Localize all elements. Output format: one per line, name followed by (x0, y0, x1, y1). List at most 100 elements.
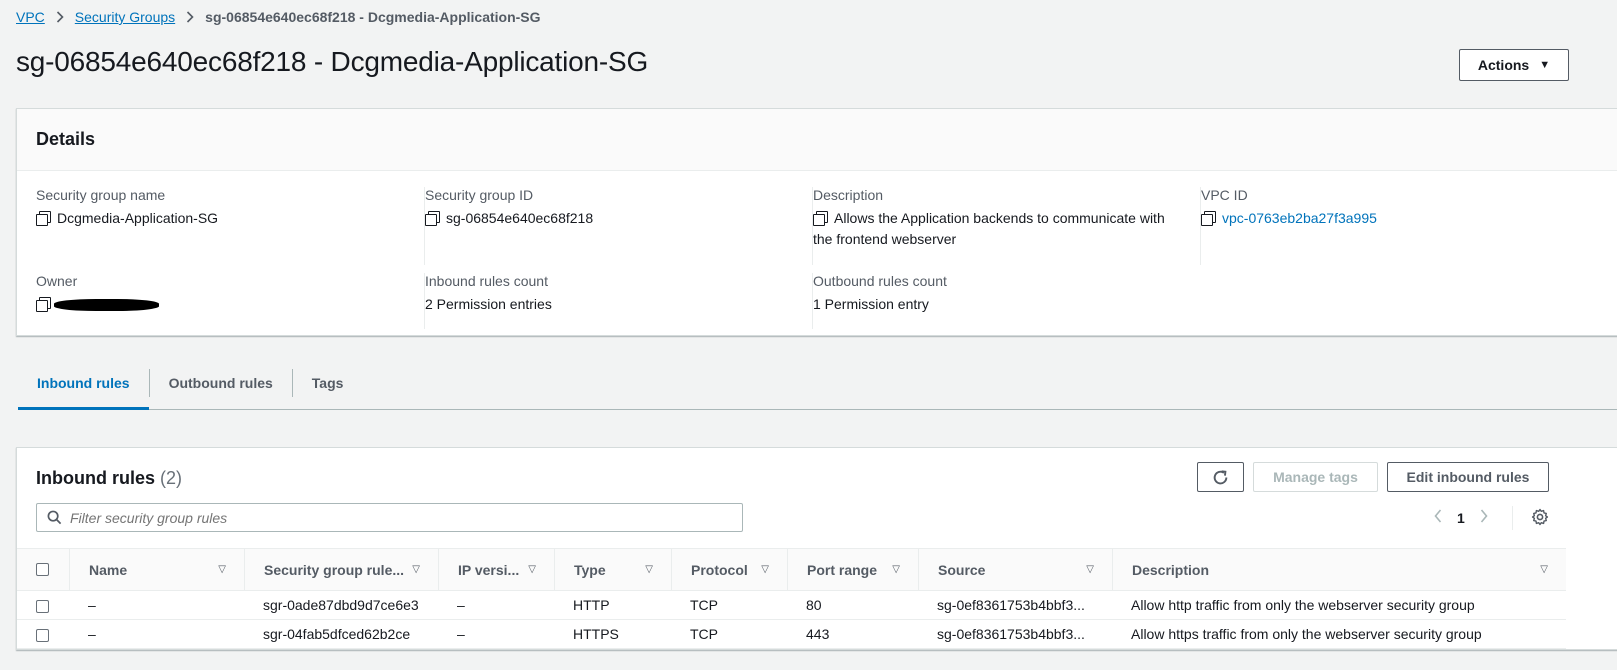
filter-input[interactable] (70, 509, 710, 526)
vpc-id-field: VPC ID vpc-0763eb2ba27f3a995 (1200, 187, 1589, 265)
refresh-icon (1213, 469, 1228, 484)
pager-divider (1512, 506, 1513, 530)
divider (424, 273, 425, 329)
actions-button[interactable]: Actions ▼ (1459, 49, 1569, 81)
rules-table: Name ▽ Security group rule... ▽ IP versi..… (17, 548, 1566, 649)
copy-icon[interactable] (425, 211, 440, 226)
description-field: Description Allows the Application backe… (812, 187, 1183, 265)
cell-type: HTTP (554, 590, 671, 620)
sort-icon: ▽ (645, 564, 653, 575)
outbound-count-value: 1 Permission entry (813, 296, 929, 312)
cell-description: Allow https traffic from only the webser… (1112, 619, 1566, 649)
cell-source: sg-0ef8361753b4bbf3... (918, 590, 1112, 620)
chevron-right-icon (186, 11, 194, 23)
copy-icon[interactable] (813, 211, 828, 226)
sort-icon: ▽ (761, 564, 769, 575)
chevron-left-icon[interactable] (1429, 508, 1447, 528)
rules-count: (2) (160, 468, 183, 488)
outbound-count-field: Outbound rules count 1 Permission entry (812, 273, 1201, 329)
tab-tags[interactable]: Tags (293, 357, 363, 409)
cell-port-range: 443 (787, 619, 918, 649)
breadcrumb-security-groups-link[interactable]: Security Groups (75, 9, 175, 25)
gear-icon[interactable] (1531, 508, 1549, 526)
inbound-count-field: Inbound rules count 2 Permission entries (424, 273, 813, 329)
details-panel: Details Security group name Dcgmedia-App… (16, 108, 1617, 336)
owner-label: Owner (36, 273, 78, 289)
divider (812, 187, 813, 265)
column-header-name[interactable]: Name ▽ (69, 549, 244, 590)
column-header-port-range[interactable]: Port range ▽ (787, 549, 918, 590)
sort-icon: ▽ (412, 564, 420, 575)
row-checkbox[interactable] (36, 599, 49, 613)
cell-rule-id: sgr-0ade87dbd9d7ce6e3 (244, 590, 438, 620)
column-header-source[interactable]: Source ▽ (918, 549, 1112, 590)
page-number[interactable]: 1 (1457, 510, 1465, 526)
chevron-right-icon (56, 11, 64, 23)
sort-icon: ▽ (528, 564, 536, 575)
column-header-protocol[interactable]: Protocol ▽ (671, 549, 787, 590)
divider (424, 187, 425, 265)
inbound-count-value: 2 Permission entries (425, 296, 552, 312)
filter-field[interactable] (36, 503, 743, 532)
sort-icon: ▽ (892, 564, 900, 575)
breadcrumb-vpc-link[interactable]: VPC (16, 9, 45, 25)
cell-protocol: TCP (671, 619, 787, 649)
tabs-bar: Inbound rules Outbound rules Tags (18, 356, 1617, 410)
vpc-id-label: VPC ID (1201, 187, 1248, 203)
search-icon (47, 510, 62, 525)
cell-protocol: TCP (671, 590, 787, 620)
description-label: Description (813, 187, 884, 203)
sg-name-field: Security group name Dcgmedia-Application… (36, 187, 424, 259)
copy-icon[interactable] (1201, 211, 1216, 226)
page-title: sg-06854e640ec68f218 - Dcgmedia-Applicat… (16, 46, 649, 77)
cell-description: Allow http traffic from only the webserv… (1112, 590, 1566, 620)
redacted-owner (54, 299, 159, 311)
sort-icon: ▽ (1540, 564, 1548, 575)
sort-icon: ▽ (218, 564, 226, 575)
tab-outbound-rules[interactable]: Outbound rules (150, 357, 292, 409)
table-header-row: Name ▽ Security group rule... ▽ IP versi..… (17, 548, 1566, 591)
sg-id-field: Security group ID sg-06854e640ec68f218 (424, 187, 813, 265)
description-value: Allows the Application backends to commu… (813, 210, 1165, 247)
details-title: Details (36, 129, 96, 149)
rules-title: Inbound rules (2) (36, 468, 182, 489)
caret-down-icon: ▼ (1539, 59, 1551, 71)
actions-label: Actions (1477, 57, 1530, 73)
inbound-rules-panel: Inbound rules (2) Manage tags Edit inbou… (16, 447, 1617, 650)
owner-field: Owner (36, 273, 424, 323)
copy-icon[interactable] (36, 211, 51, 226)
cell-name: – (69, 619, 244, 649)
select-all-checkbox[interactable] (36, 563, 49, 576)
column-header-ip-version[interactable]: IP versi... ▽ (438, 549, 554, 590)
pagination: 1 (1429, 506, 1493, 530)
table-row[interactable]: – sgr-0ade87dbd9d7ce6e3 – HTTP TCP 80 sg… (17, 590, 1566, 620)
rules-title-text: Inbound rules (36, 468, 155, 488)
chevron-right-icon[interactable] (1475, 508, 1493, 528)
breadcrumb: VPC Security Groups sg-06854e640ec68f218… (16, 7, 541, 27)
column-header-type[interactable]: Type ▽ (554, 549, 671, 590)
row-checkbox[interactable] (36, 628, 49, 642)
inbound-count-label: Inbound rules count (425, 273, 548, 289)
details-header: Details (17, 109, 1617, 171)
copy-icon[interactable] (36, 297, 51, 312)
details-grid: Security group name Dcgmedia-Application… (17, 171, 1617, 335)
table-row[interactable]: – sgr-04fab5dfced62b2ce – HTTPS TCP 443 … (17, 619, 1566, 649)
cell-rule-id: sgr-04fab5dfced62b2ce (244, 619, 438, 649)
divider (812, 273, 813, 329)
tab-inbound-rules[interactable]: Inbound rules (18, 357, 149, 410)
sg-id-label: Security group ID (425, 187, 534, 203)
column-header-description[interactable]: Description ▽ (1112, 549, 1566, 590)
sort-icon: ▽ (1086, 564, 1094, 575)
refresh-button[interactable] (1197, 462, 1244, 492)
cell-ip-version: – (438, 619, 554, 649)
outbound-count-label: Outbound rules count (813, 273, 947, 289)
divider (1200, 187, 1201, 265)
cell-type: HTTPS (554, 619, 671, 649)
edit-inbound-rules-button[interactable]: Edit inbound rules (1387, 462, 1549, 492)
breadcrumb-current: sg-06854e640ec68f218 - Dcgmedia-Applicat… (205, 9, 541, 25)
column-header-rule-id[interactable]: Security group rule... ▽ (244, 549, 438, 590)
cell-source: sg-0ef8361753b4bbf3... (918, 619, 1112, 649)
sg-name-value: Dcgmedia-Application-SG (57, 210, 219, 226)
manage-tags-button[interactable]: Manage tags (1253, 462, 1378, 492)
vpc-id-link[interactable]: vpc-0763eb2ba27f3a995 (1222, 208, 1377, 229)
